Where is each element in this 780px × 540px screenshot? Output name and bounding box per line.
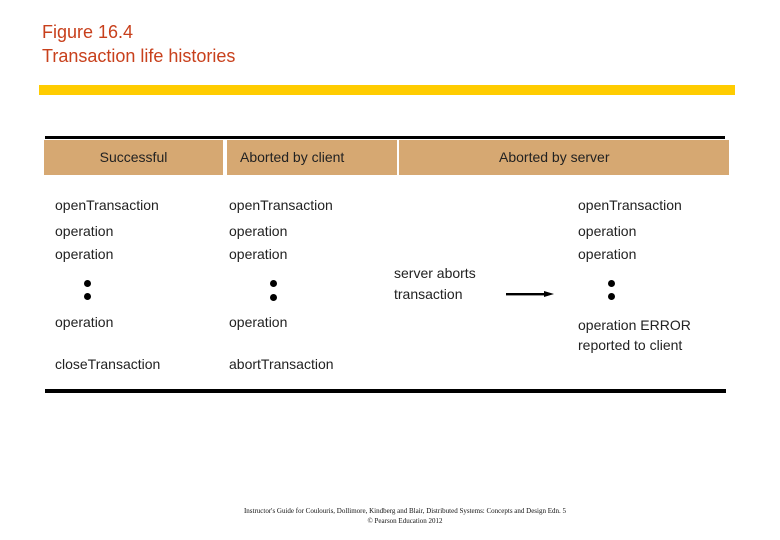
footer-copyright: © Pearson Education 2012 xyxy=(367,517,443,525)
header-successful: Successful xyxy=(44,140,223,175)
arrow-shaft xyxy=(506,293,546,296)
server-abort-step-error: operation ERROR xyxy=(578,317,691,333)
server-abort-event-line-2: transaction xyxy=(394,286,463,302)
ellipsis-dot xyxy=(608,280,615,287)
footer-citation: Instructor's Guide for Coulouris, Dollim… xyxy=(243,507,567,515)
ellipsis-dot xyxy=(84,293,91,300)
ellipsis-dot xyxy=(270,294,277,301)
client-abort-step-abort: abortTransaction xyxy=(229,356,334,372)
accent-bar xyxy=(39,85,735,95)
right-arrow-icon xyxy=(506,291,554,297)
header-aborted-by-server: Aborted by server xyxy=(399,140,729,175)
client-abort-step-operation-2: operation xyxy=(229,246,288,262)
successful-step-operation-2: operation xyxy=(55,246,114,262)
server-abort-step-operation-1: operation xyxy=(578,223,637,239)
successful-step-operation-1: operation xyxy=(55,223,114,239)
arrow-head xyxy=(544,291,554,297)
ellipsis-dot xyxy=(270,280,277,287)
client-abort-step-open: openTransaction xyxy=(229,197,333,213)
table-top-rule xyxy=(45,136,725,139)
successful-step-open: openTransaction xyxy=(55,197,159,213)
ellipsis-dot xyxy=(608,293,615,300)
server-abort-step-open: openTransaction xyxy=(578,197,682,213)
successful-step-operation-n: operation xyxy=(55,314,114,330)
figure-number: Figure 16.4 xyxy=(42,22,134,42)
server-abort-event-line-1: server aborts xyxy=(394,265,476,281)
client-abort-step-operation-n: operation xyxy=(229,314,288,330)
server-abort-step-reported: reported to client xyxy=(578,337,683,353)
table-bottom-rule xyxy=(45,389,726,393)
figure-title: Transaction life histories xyxy=(42,46,236,66)
successful-step-close: closeTransaction xyxy=(55,356,161,372)
server-abort-step-operation-2: operation xyxy=(578,246,637,262)
header-aborted-by-client: Aborted by client xyxy=(227,140,397,175)
client-abort-step-operation-1: operation xyxy=(229,223,288,239)
ellipsis-dot xyxy=(84,280,91,287)
